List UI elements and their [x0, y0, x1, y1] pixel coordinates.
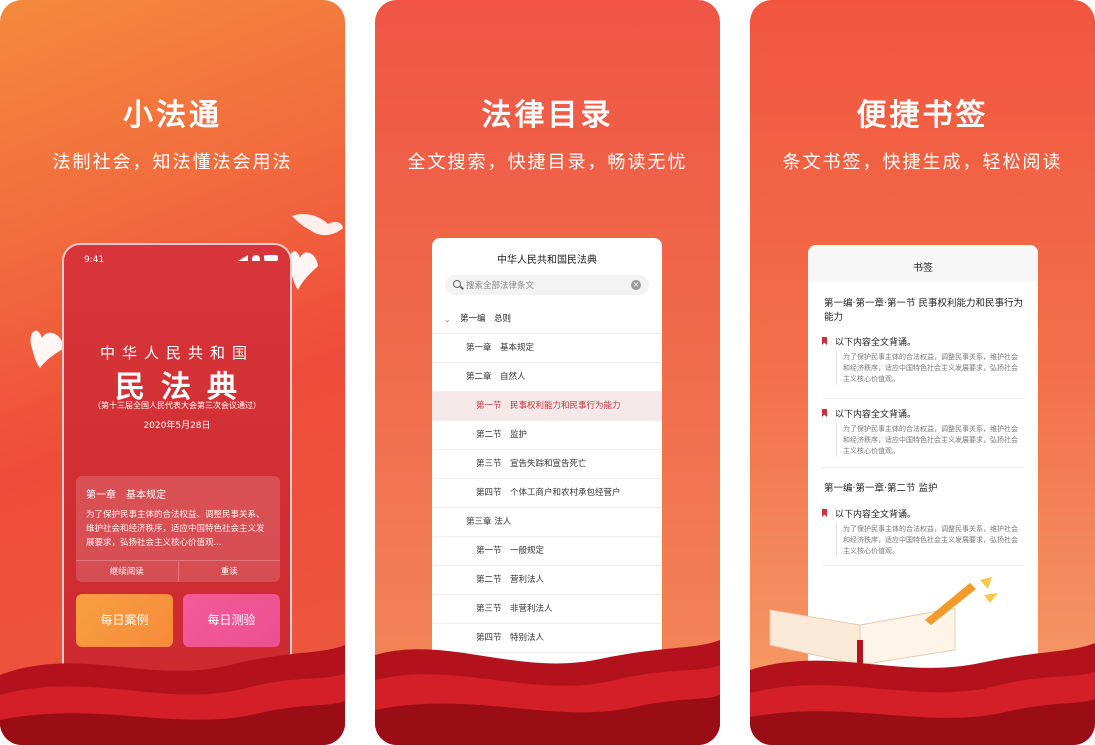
- panel-contents: 法律目录 全文搜索，快捷目录，畅读无忧 中华人民共和国民法典 搜索全部法律条文 …: [375, 0, 720, 745]
- wifi-icon: [252, 255, 260, 261]
- search-input[interactable]: 搜索全部法律条文 ×: [445, 275, 649, 295]
- reading-card[interactable]: 第一章 基本规定 为了保护民事主体的合法权益、调整民事关系、维护社会和经济秩序，…: [76, 476, 280, 582]
- card-body: 为了保护民事主体的合法权益、调整民事关系、维护社会和经济秩序，适应中国特色社会主…: [86, 510, 265, 548]
- bookmark-icon: [822, 509, 827, 517]
- toc-item-label: 第二章 自然人: [466, 372, 526, 382]
- toc-item-label: 第一节 民事权利能力和民事行为能力: [476, 401, 621, 411]
- toc-item[interactable]: 第一节 民事权利能力和民事行为能力: [432, 392, 662, 421]
- panel-bookmarks: 便捷书签 条文书签，快捷生成，轻松阅读 书签 第一编·第一章·第一节 民事权利能…: [750, 0, 1095, 745]
- continue-reading-button[interactable]: 继续阅读: [76, 561, 178, 582]
- bookmark-item[interactable]: 以下内容全文背诵。 为了保护民事主体的合法权益，调整民事关系，维护社会和经济秩序…: [822, 507, 1024, 567]
- panel-title: 法律目录: [481, 98, 614, 133]
- ribbon-decoration: [750, 643, 1095, 745]
- app-store-screenshots: 小法通 法制社会，知法懂法会用法 9:41 中华人民共和国 民法典 （第十三届全…: [0, 0, 1095, 745]
- bookmark-section-heading: 第一编·第一章·第一节 民事权利能力和民事行为能力: [824, 298, 1024, 323]
- bookmark-quote: 为了保护民事主体的合法权益，调整民事关系，维护社会和经济秩序，适应中国特色社会主…: [836, 524, 1024, 557]
- card-actions: 继续阅读 重读: [76, 560, 280, 582]
- toc-item-label: 第一节 一般规定: [476, 546, 545, 556]
- bookmark-quote: 为了保护民事主体的合法权益，调整民事关系，维护社会和经济秩序，适应中国特色社会主…: [836, 352, 1024, 385]
- law-country: 中华人民共和国: [99, 344, 254, 362]
- toc-item[interactable]: 第三章 法人: [432, 508, 662, 537]
- divider: [822, 467, 1024, 468]
- dove-icon: [292, 213, 343, 236]
- toc-item[interactable]: 第三节 宣告失踪和宣告死亡: [432, 450, 662, 479]
- toc-item-label: 第三节 宣告失踪和宣告死亡: [476, 459, 587, 469]
- toc-item-label: 第三节 非营利法人: [476, 604, 553, 614]
- toc-item-label: 第一章 基本规定: [466, 343, 535, 353]
- toc-item[interactable]: ⌄ 第一编 总则: [432, 305, 662, 334]
- toc-item-label: 第一编 总则: [460, 314, 512, 324]
- panel-intro: 小法通 法制社会，知法懂法会用法 9:41 中华人民共和国 民法典 （第十三届全…: [0, 0, 345, 745]
- toc-item[interactable]: 第二章 自然人: [432, 363, 662, 392]
- search-icon: [453, 280, 461, 288]
- bookmark-section-heading: 第一编·第一章·第二节 监护: [824, 483, 938, 494]
- panel-title: 便捷书签: [856, 98, 989, 133]
- toc-item-label: 第四节 个体工商户和农村承包经营户: [476, 488, 621, 498]
- toc-item-label: 第二节 监护: [476, 430, 528, 440]
- toc-item[interactable]: 第四节 个体工商户和农村承包经营户: [432, 479, 662, 508]
- bookmark-label: 以下内容全文背诵。: [835, 510, 917, 520]
- card-title: 第一章 基本规定: [86, 490, 166, 501]
- ribbon-decoration: [0, 645, 345, 745]
- panel-subtitle: 法制社会，知法懂法会用法: [52, 152, 293, 173]
- bookmark-quote: 为了保护民事主体的合法权益，调整民事关系，维护社会和经济秩序，适应中国特色社会主…: [836, 424, 1024, 457]
- window-title: 书签: [913, 263, 933, 274]
- signal-icon: [238, 255, 248, 261]
- status-icons: [238, 255, 278, 261]
- toc-list: ⌄ 第一编 总则 第一章 基本规定 第二章 自然人 第一节 民事权利能力和民事行为能力第…: [432, 305, 662, 653]
- law-note: （第十三届全国人民代表大会第三次会议通过）: [93, 401, 261, 410]
- toc-item[interactable]: 第一节 一般规定: [432, 537, 662, 566]
- bookmark-item[interactable]: 以下内容全文背诵。 为了保护民事主体的合法权益，调整民事关系，维护社会和经济秩序…: [822, 407, 1024, 467]
- bookmark-label: 以下内容全文背诵。: [835, 410, 917, 420]
- clear-icon[interactable]: ×: [631, 280, 641, 290]
- reread-button[interactable]: 重读: [177, 561, 281, 582]
- panel-title: 小法通: [123, 98, 222, 133]
- law-date: 2020年5月28日: [143, 421, 211, 431]
- bookmark-label: 以下内容全文背诵。: [835, 338, 917, 348]
- toc-item[interactable]: 第二节 监护: [432, 421, 662, 450]
- panel-subtitle: 全文搜索，快捷目录，畅读无忧: [407, 152, 688, 173]
- bookmark-icon: [822, 337, 827, 345]
- divider: [822, 398, 1024, 399]
- panel-subtitle: 条文书签，快捷生成，轻松阅读: [782, 152, 1063, 173]
- bookmark-item[interactable]: 以下内容全文背诵。 为了保护民事主体的合法权益，调整民事关系，维护社会和经济秩序…: [822, 335, 1024, 395]
- search-placeholder: 搜索全部法律条文: [466, 281, 535, 291]
- toc-item-label: 第二节 营利法人: [476, 575, 545, 585]
- status-time: 9:41: [84, 255, 105, 265]
- ribbon-decoration: [375, 640, 720, 745]
- toc-item[interactable]: 第一章 基本规定: [432, 334, 662, 363]
- toc-item-label: 第三章 法人: [466, 517, 512, 527]
- battery-icon: [264, 255, 278, 261]
- divider: [822, 565, 1024, 566]
- toc-item[interactable]: 第二节 营利法人: [432, 566, 662, 595]
- window-title: 中华人民共和国民法典: [497, 255, 597, 266]
- bookmark-icon: [822, 409, 827, 417]
- chevron-down-icon[interactable]: ⌄: [444, 305, 451, 334]
